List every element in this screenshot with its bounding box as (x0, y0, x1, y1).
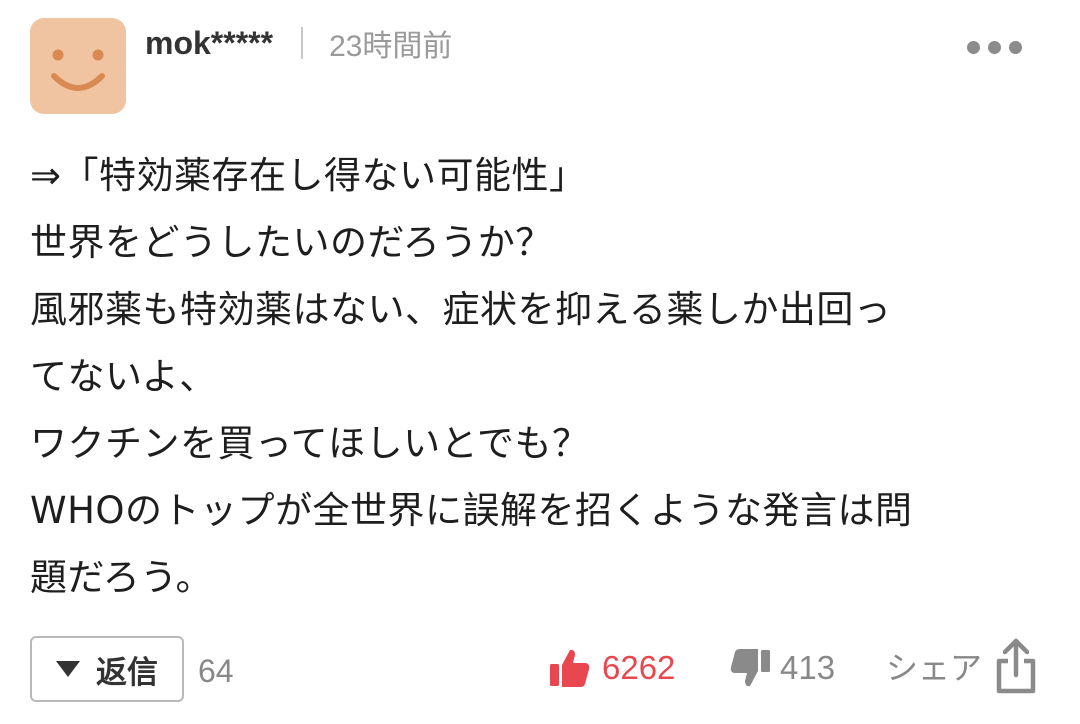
avatar[interactable] (30, 18, 126, 114)
comment-line: 風邪薬も特効薬はない、症状を抑える薬しか出回っ (30, 288, 892, 331)
dislike-button[interactable]: 413 (728, 640, 835, 696)
like-button[interactable]: 6262 (548, 640, 675, 696)
more-dots-icon (1008, 40, 1022, 54)
comment-line: ワクチンを買ってほしいとでも？ (30, 422, 590, 465)
timestamp: 23時間前 (329, 30, 453, 63)
reply-button[interactable]: 返信 (30, 636, 184, 702)
share-label: シェア (886, 649, 983, 687)
triangle-down-icon (56, 661, 80, 677)
username[interactable]: mok***** (145, 25, 273, 62)
comment-line: ⇒「特効薬存在し得ない可能性」 (30, 154, 587, 197)
header-divider (301, 27, 304, 59)
smiley-face-icon (51, 49, 105, 91)
reply-count: 64 (198, 653, 234, 689)
comment-line: WHOのトップが全世界に誤解を招くような発言は問 (30, 489, 913, 532)
thumbs-down-icon (730, 649, 770, 687)
dislike-count: 413 (780, 649, 836, 686)
comment-line: 世界をどうしたいのだろうか？ (30, 221, 553, 264)
comment-header: mok***** 23時間前 (145, 18, 452, 68)
comment-body: ⇒「特効薬存在し得ない可能性」 世界をどうしたいのだろうか？ 風邪薬も特効薬はな… (30, 142, 1050, 611)
more-dots-icon (987, 40, 1001, 54)
more-options-button[interactable] (952, 26, 1036, 68)
comment-card: mok***** 23時間前 ⇒「特効薬存在し得ない可能性」 世界をどうしたいの… (0, 0, 1080, 724)
thumbs-up-icon (550, 649, 590, 687)
reply-label: 返信 (96, 654, 158, 691)
share-icon (996, 638, 1036, 694)
more-dots-icon (966, 40, 980, 54)
comment-line: 題だろう。 (30, 556, 214, 599)
share-button[interactable]: シェア (886, 634, 1038, 698)
like-count: 6262 (602, 649, 676, 686)
comment-line: てないよ、 (30, 355, 217, 398)
